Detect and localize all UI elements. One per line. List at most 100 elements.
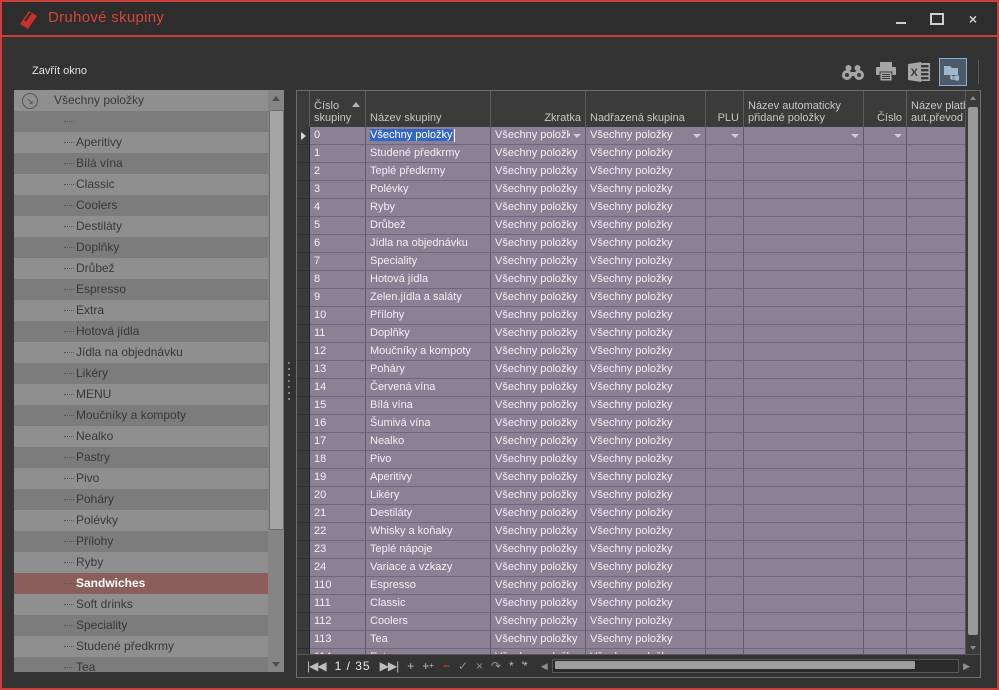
table-row[interactable]: 1 Studené předkrmy Všechny položky Všechny … xyxy=(297,145,966,163)
cell-auto_item[interactable] xyxy=(744,253,864,271)
cell-auto_item[interactable] xyxy=(744,127,864,145)
nav-cancel-edit-button[interactable]: × xyxy=(476,656,483,676)
cell-name[interactable]: Bílá vína xyxy=(366,397,491,415)
nav-first-button[interactable]: |◀◀ xyxy=(307,656,327,676)
cell-parent[interactable]: Všechny položky xyxy=(586,181,706,199)
table-row[interactable]: 110 Espresso Všechny položky Všechny položk… xyxy=(297,577,966,595)
cell-num[interactable]: 0 xyxy=(310,127,366,145)
cell-num[interactable]: 10 xyxy=(310,307,366,325)
cell-parent[interactable]: Všechny položky xyxy=(586,469,706,487)
panel-splitter-handle[interactable] xyxy=(288,362,290,402)
cell-plu[interactable] xyxy=(706,415,744,433)
tree-item-pastry[interactable]: Pastry xyxy=(14,447,268,468)
table-row[interactable]: 7 Speciality Všechny položky Všechny položk… xyxy=(297,253,966,271)
combo-dropdown-icon[interactable] xyxy=(894,133,902,138)
cell-cislo[interactable] xyxy=(864,523,907,541)
cell-auto_item[interactable] xyxy=(744,145,864,163)
table-row[interactable]: 21 Destiláty Všechny položky Všechny položk… xyxy=(297,505,966,523)
cell-payment[interactable] xyxy=(907,343,966,361)
table-row[interactable]: 9 Zelen.jídla a saláty Všechny položky Všec… xyxy=(297,289,966,307)
cell-payment[interactable] xyxy=(907,523,966,541)
cell-zkratka[interactable]: Všechny položky xyxy=(491,307,586,325)
table-row[interactable]: 5 Drůbež Všechny položky Všechny položky xyxy=(297,217,966,235)
cell-name[interactable]: Likéry xyxy=(366,487,491,505)
cell-num[interactable]: 13 xyxy=(310,361,366,379)
cell-auto_item[interactable] xyxy=(744,415,864,433)
cell-zkratka[interactable]: Všechny položky xyxy=(491,577,586,595)
cell-name[interactable]: Speciality xyxy=(366,253,491,271)
cell-auto_item[interactable] xyxy=(744,559,864,577)
cell-zkratka[interactable]: Všechny položky xyxy=(491,163,586,181)
cell-parent[interactable]: Všechny položky xyxy=(586,559,706,577)
cell-cislo[interactable] xyxy=(864,487,907,505)
row-indicator-cell[interactable] xyxy=(297,631,310,649)
cell-payment[interactable] xyxy=(907,163,966,181)
tree-item-speciality[interactable]: Speciality xyxy=(14,615,268,636)
tree-item-empty[interactable] xyxy=(14,111,268,132)
cell-plu[interactable] xyxy=(706,541,744,559)
cell-plu[interactable] xyxy=(706,505,744,523)
cell-zkratka[interactable]: Všechny položky xyxy=(491,145,586,163)
cell-cislo[interactable] xyxy=(864,289,907,307)
row-indicator-cell[interactable] xyxy=(297,379,310,397)
hscroll-right-icon[interactable]: ▶ xyxy=(963,661,970,672)
nav-delete-button[interactable]: − xyxy=(443,656,450,676)
cell-num[interactable]: 112 xyxy=(310,613,366,631)
row-indicator-cell[interactable] xyxy=(297,613,310,631)
cell-name[interactable]: Classic xyxy=(366,595,491,613)
cell-cislo[interactable] xyxy=(864,613,907,631)
cell-num[interactable]: 15 xyxy=(310,397,366,415)
cell-auto_item[interactable] xyxy=(744,577,864,595)
cell-plu[interactable] xyxy=(706,487,744,505)
cell-zkratka[interactable]: Všechny položky xyxy=(491,631,586,649)
cell-cislo[interactable] xyxy=(864,595,907,613)
grid-scroll-down-icon[interactable] xyxy=(966,641,980,655)
cell-plu[interactable] xyxy=(706,559,744,577)
cell-name[interactable]: Teplé předkrmy xyxy=(366,163,491,181)
cell-zkratka[interactable]: Všechny položky xyxy=(491,469,586,487)
cell-cislo[interactable] xyxy=(864,577,907,595)
cell-zkratka[interactable]: Všechny položky xyxy=(491,541,586,559)
cell-payment[interactable] xyxy=(907,235,966,253)
row-indicator-cell[interactable] xyxy=(297,541,310,559)
row-indicator-cell[interactable] xyxy=(297,307,310,325)
cell-cislo[interactable] xyxy=(864,451,907,469)
cell-name[interactable]: Whisky a koňaky xyxy=(366,523,491,541)
cell-num[interactable]: 3 xyxy=(310,181,366,199)
cell-plu[interactable] xyxy=(706,181,744,199)
close-window-menu-item[interactable]: Zavřít okno xyxy=(32,65,87,77)
cell-name[interactable]: Aperitivy xyxy=(366,469,491,487)
cell-name[interactable]: Přílohy xyxy=(366,307,491,325)
cell-cislo[interactable] xyxy=(864,145,907,163)
cell-plu[interactable] xyxy=(706,523,744,541)
cell-payment[interactable] xyxy=(907,289,966,307)
cell-cislo[interactable] xyxy=(864,307,907,325)
cell-payment[interactable] xyxy=(907,577,966,595)
tree-item-dopl-ky[interactable]: Doplňky xyxy=(14,237,268,258)
table-row[interactable]: 15 Bílá vína Všechny položky Všechny položk… xyxy=(297,397,966,415)
tree-item-tea[interactable]: Tea xyxy=(14,657,268,672)
cell-cislo[interactable] xyxy=(864,361,907,379)
table-row[interactable]: 24 Variace a vzkazy Všechny položky Všechny… xyxy=(297,559,966,577)
cell-zkratka[interactable]: Všechny položky xyxy=(491,271,586,289)
cell-num[interactable]: 2 xyxy=(310,163,366,181)
cell-name[interactable]: Poháry xyxy=(366,361,491,379)
tree-item-studen-p-edkrmy[interactable]: Studené předkrmy xyxy=(14,636,268,657)
row-indicator-cell[interactable] xyxy=(297,433,310,451)
cell-payment[interactable] xyxy=(907,271,966,289)
cell-parent[interactable]: Všechny položky xyxy=(586,127,706,145)
table-row[interactable]: 3 Polévky Všechny položky Všechny položky xyxy=(297,181,966,199)
row-indicator-cell[interactable] xyxy=(297,289,310,307)
cell-cislo[interactable] xyxy=(864,163,907,181)
cell-num[interactable]: 4 xyxy=(310,199,366,217)
cell-payment[interactable] xyxy=(907,127,966,145)
cell-plu[interactable] xyxy=(706,361,744,379)
cell-parent[interactable]: Všechny položky xyxy=(586,307,706,325)
cell-plu[interactable] xyxy=(706,127,744,145)
cell-num[interactable]: 16 xyxy=(310,415,366,433)
cell-auto_item[interactable] xyxy=(744,433,864,451)
cell-zkratka[interactable]: Všechny položky xyxy=(491,451,586,469)
tree-item-extra[interactable]: Extra xyxy=(14,300,268,321)
cell-name[interactable]: Doplňky xyxy=(366,325,491,343)
tree-item-coolers[interactable]: Coolers xyxy=(14,195,268,216)
